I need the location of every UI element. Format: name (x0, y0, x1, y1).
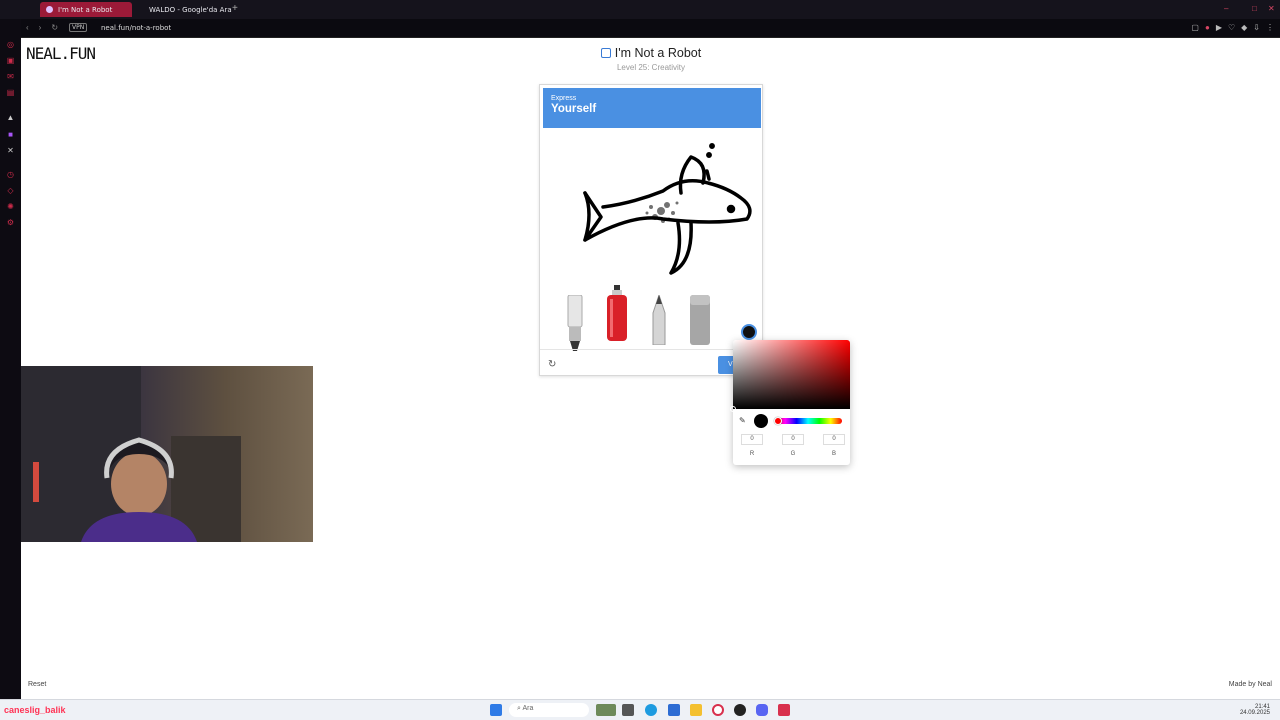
robot-favicon-icon (46, 6, 53, 13)
eyedropper-icon[interactable]: ✎ (739, 416, 746, 425)
obs-icon[interactable] (734, 704, 746, 716)
sidebar-x-icon[interactable]: ✕ (5, 145, 16, 156)
color-picker-popup: ✎ 0 0 0 R G B (730, 340, 850, 465)
vpn-badge[interactable]: VPN (69, 23, 88, 32)
download-icon[interactable]: ⇩ (1253, 23, 1260, 32)
webcam-overlay (21, 366, 313, 542)
sidebar-twitch2-icon[interactable]: ■ (5, 129, 16, 140)
green-input[interactable]: 0 (782, 434, 804, 445)
discord-icon[interactable] (756, 704, 768, 716)
sidebar-gear-icon[interactable]: ⚙ (5, 217, 16, 228)
blue-input[interactable]: 0 (823, 434, 845, 445)
maximize-icon[interactable]: □ (1252, 4, 1257, 13)
task-view-icon[interactable] (622, 704, 634, 716)
taskbar-search-label: Ara (522, 705, 534, 712)
tool-tray (543, 283, 761, 351)
snapshot-icon[interactable]: ▢ (1191, 23, 1199, 32)
heart-icon[interactable]: ♡ (1228, 23, 1235, 32)
sidebar-twitch-icon[interactable]: ▤ (5, 87, 16, 98)
tab-not-a-robot[interactable]: I'm Not a Robot (40, 2, 132, 17)
sidebar-cube-icon[interactable]: ◇ (5, 185, 16, 196)
browser-tab-bar: I'm Not a Robot WALDO - Google'da Ara + … (0, 0, 1280, 19)
sidebar-clock-icon[interactable]: ◷ (5, 169, 16, 180)
file-explorer-icon[interactable] (690, 704, 702, 716)
edge-icon[interactable] (645, 704, 657, 716)
web-page: NEAL.FUN I'm Not a Robot Level 25: Creat… (21, 38, 1280, 699)
captcha-header-small: Express (551, 95, 577, 102)
play-icon[interactable]: ▶ (1216, 23, 1222, 32)
captcha-footer: ↻ V (540, 349, 762, 377)
forward-icon[interactable]: › (39, 23, 42, 32)
minimize-icon[interactable]: – (1224, 4, 1228, 13)
pencil-tool[interactable] (649, 295, 669, 345)
robot-icon (600, 48, 611, 58)
menu-icon[interactable]: ⋮ (1266, 23, 1274, 32)
page-title-text: I'm Not a Robot (614, 46, 702, 60)
url-field[interactable]: neal.fun/not-a-robot (101, 24, 171, 32)
reset-button[interactable]: Reset (28, 681, 46, 688)
windows-taskbar: caneslig_balik ⌕ Ara 21:41 24.09.2025 (0, 699, 1280, 720)
app-icon[interactable] (778, 704, 790, 716)
sidebar-settings-icon[interactable]: ✺ (5, 201, 16, 212)
store-icon[interactable] (668, 704, 680, 716)
widgets-icon[interactable] (596, 704, 616, 716)
sidebar-arc-icon[interactable]: ▲ (5, 112, 16, 123)
back-icon[interactable]: ‹ (26, 23, 29, 32)
captcha-card: Express Yourself ↻ V (539, 84, 763, 376)
system-clock[interactable]: 21:41 24.09.2025 (1240, 704, 1270, 716)
spray-paint-tool[interactable] (605, 285, 629, 343)
blue-label: B (831, 451, 836, 457)
current-color-swatch (754, 414, 768, 428)
stream-watermark: caneslig_balik (4, 705, 66, 715)
new-tab-icon[interactable]: + (232, 3, 238, 14)
page-header: I'm Not a Robot Level 25: Creativity (561, 46, 741, 72)
reload-icon[interactable]: ↻ (548, 359, 556, 370)
page-title: I'm Not a Robot (561, 46, 741, 60)
captcha-header-big: Yourself (551, 103, 597, 115)
opera-gx-icon[interactable] (712, 704, 724, 716)
address-bar: ‹ › ↻ VPN neal.fun/not-a-robot ▢ ● ▶ ♡ ◆… (21, 19, 1280, 38)
site-logo[interactable]: NEAL.FUN (26, 44, 96, 63)
close-icon[interactable]: ✕ (1268, 4, 1275, 13)
hue-slider-knob[interactable] (774, 417, 782, 425)
tab-label: WALDO - Google'da Ara (149, 5, 232, 14)
captcha-header: Express Yourself (543, 88, 761, 128)
clock-date: 24.09.2025 (1239, 710, 1270, 716)
tab-waldo-search[interactable]: WALDO - Google'da Ara (138, 2, 232, 17)
sidebar-home-icon[interactable]: ◎ (5, 39, 16, 50)
sidebar-message-icon[interactable]: ✉ (5, 71, 16, 82)
reload-browser-icon[interactable]: ↻ (51, 23, 58, 32)
sidebar-bag-icon[interactable]: ▣ (5, 55, 16, 66)
color-swatch-button[interactable] (741, 324, 757, 340)
eraser-tool[interactable] (689, 295, 711, 345)
windows-start-icon[interactable] (490, 704, 502, 716)
level-subtitle: Level 25: Creativity (616, 63, 686, 72)
webcam-figure (21, 366, 241, 542)
made-by-credit[interactable]: Made by Neal (1229, 681, 1272, 688)
extensions-icon[interactable]: ◆ (1241, 23, 1247, 32)
browser-sidebar: ◎ ▣ ✉ ▤ ▲ ■ ✕ ◷ ◇ ✺ ⚙ (0, 19, 21, 699)
taskbar-search[interactable]: ⌕ Ara (509, 703, 589, 717)
rgb-inputs: 0 0 0 (741, 434, 845, 445)
saturation-handle[interactable] (730, 406, 736, 412)
tab-label: I'm Not a Robot (58, 5, 113, 14)
rgb-labels: R G B (741, 451, 845, 457)
paintbrush-tool[interactable] (565, 295, 585, 351)
drawing-canvas[interactable] (543, 133, 761, 283)
saturation-area[interactable] (733, 340, 850, 409)
adblock-icon[interactable]: ● (1205, 23, 1210, 32)
hue-slider[interactable] (774, 418, 842, 424)
green-label: G (790, 451, 796, 457)
red-input[interactable]: 0 (741, 434, 763, 445)
red-label: R (749, 451, 755, 457)
